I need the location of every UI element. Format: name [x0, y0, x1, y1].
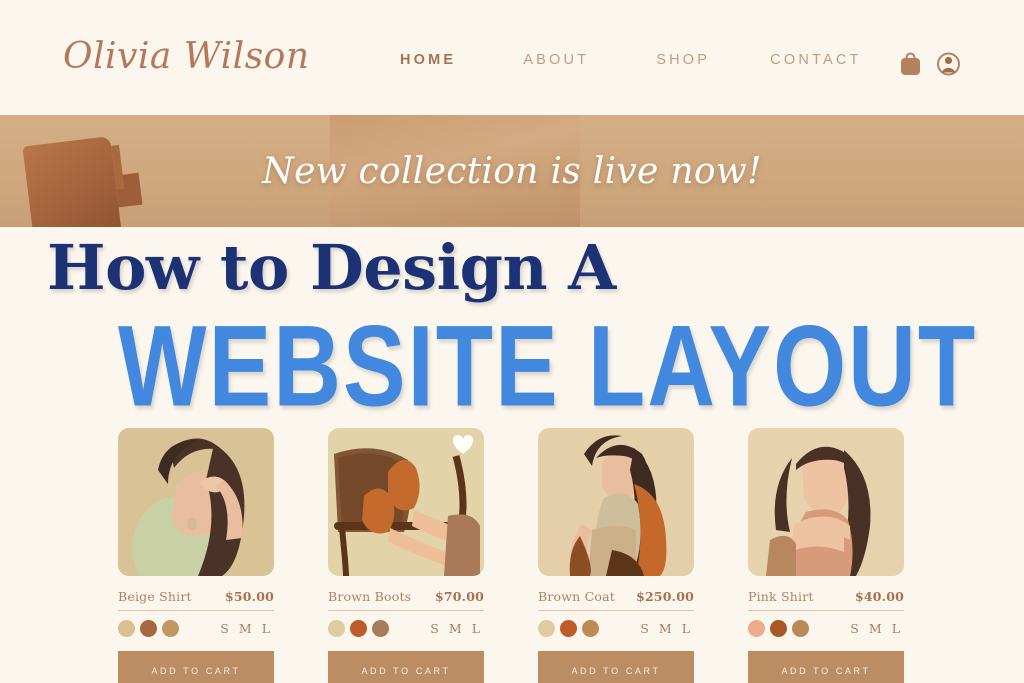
- product-price: $250.00: [636, 589, 694, 604]
- favorite-heart-icon[interactable]: [452, 434, 474, 455]
- add-to-cart-button[interactable]: ADD TO CART: [538, 651, 694, 683]
- color-swatch[interactable]: [538, 620, 555, 637]
- product-price: $50.00: [224, 589, 274, 604]
- card-divider: [328, 610, 484, 611]
- headline-line-2: WEBSITE LAYOUT: [118, 302, 978, 431]
- size-selector: S M L: [220, 621, 274, 636]
- product-card[interactable]: Brown Boots $70.00 S M L ADD TO CART: [328, 428, 484, 683]
- add-to-cart-button[interactable]: ADD TO CART: [748, 651, 904, 683]
- add-to-cart-button[interactable]: ADD TO CART: [328, 651, 484, 683]
- product-card[interactable]: Brown Coat $250.00 S M L ADD TO CART: [538, 428, 694, 683]
- brand-logo[interactable]: Olivia Wilson: [63, 36, 310, 77]
- page-headline: How to Design A WEBSITE LAYOUT: [0, 227, 1024, 425]
- size-option-m[interactable]: M: [449, 621, 462, 636]
- size-option-l[interactable]: L: [472, 621, 480, 636]
- product-grid: Beige Shirt $50.00 S M L ADD TO CART Bro…: [118, 428, 1024, 683]
- product-price: $40.00: [854, 589, 904, 604]
- color-swatch-group: [328, 620, 389, 637]
- color-swatch[interactable]: [118, 620, 135, 637]
- product-title: Beige Shirt: [118, 589, 192, 604]
- shopping-bag-icon[interactable]: [898, 50, 923, 77]
- card-divider: [118, 610, 274, 611]
- main-navigation: HOME ABOUT SHOP CONTACT: [400, 52, 862, 68]
- add-to-cart-button[interactable]: ADD TO CART: [118, 651, 274, 683]
- color-swatch[interactable]: [328, 620, 345, 637]
- product-meta: Pink Shirt $40.00: [748, 589, 904, 604]
- product-card[interactable]: Pink Shirt $40.00 S M L ADD TO CART: [748, 428, 904, 683]
- size-selector: S M L: [640, 621, 694, 636]
- color-swatch[interactable]: [372, 620, 389, 637]
- size-option-m[interactable]: M: [869, 621, 882, 636]
- product-image[interactable]: [748, 428, 904, 576]
- nav-item-shop[interactable]: SHOP: [656, 52, 710, 68]
- size-option-s[interactable]: S: [850, 621, 859, 636]
- color-swatch[interactable]: [560, 620, 577, 637]
- size-option-m[interactable]: M: [659, 621, 672, 636]
- banner-headline: New collection is live now!: [262, 150, 762, 192]
- size-option-l[interactable]: L: [892, 621, 900, 636]
- color-swatch[interactable]: [748, 620, 765, 637]
- site-header: Olivia Wilson HOME ABOUT SHOP CONTACT: [0, 0, 1024, 112]
- product-options: S M L: [118, 620, 274, 637]
- card-divider: [538, 610, 694, 611]
- product-title: Brown Coat: [538, 589, 615, 604]
- product-image[interactable]: [118, 428, 274, 576]
- size-option-l[interactable]: L: [262, 621, 270, 636]
- user-account-icon[interactable]: [936, 50, 961, 77]
- product-options: S M L: [328, 620, 484, 637]
- product-meta: Brown Coat $250.00: [538, 589, 694, 604]
- size-selector: S M L: [850, 621, 904, 636]
- size-option-m[interactable]: M: [239, 621, 252, 636]
- card-divider: [748, 610, 904, 611]
- color-swatch[interactable]: [582, 620, 599, 637]
- promo-banner: New collection is live now!: [0, 115, 1024, 227]
- nav-item-contact[interactable]: CONTACT: [770, 52, 861, 68]
- product-card[interactable]: Beige Shirt $50.00 S M L ADD TO CART: [118, 428, 274, 683]
- color-swatch-group: [748, 620, 809, 637]
- color-swatch[interactable]: [770, 620, 787, 637]
- nav-item-home[interactable]: HOME: [400, 52, 456, 68]
- product-image[interactable]: [328, 428, 484, 576]
- product-options: S M L: [538, 620, 694, 637]
- color-swatch[interactable]: [792, 620, 809, 637]
- product-title: Brown Boots: [328, 589, 412, 604]
- color-swatch-group: [118, 620, 179, 637]
- product-title: Pink Shirt: [748, 589, 814, 604]
- color-swatch[interactable]: [162, 620, 179, 637]
- product-price: $70.00: [434, 589, 484, 604]
- color-swatch[interactable]: [140, 620, 157, 637]
- nav-item-about[interactable]: ABOUT: [523, 52, 589, 68]
- size-option-l[interactable]: L: [682, 621, 690, 636]
- size-option-s[interactable]: S: [430, 621, 439, 636]
- size-selector: S M L: [430, 621, 484, 636]
- product-meta: Beige Shirt $50.00: [118, 589, 274, 604]
- color-swatch[interactable]: [350, 620, 367, 637]
- header-icon-group: [898, 50, 961, 77]
- product-options: S M L: [748, 620, 904, 637]
- size-option-s[interactable]: S: [640, 621, 649, 636]
- size-option-s[interactable]: S: [220, 621, 229, 636]
- headline-line-1: How to Design A: [47, 231, 616, 304]
- color-swatch-group: [538, 620, 599, 637]
- product-meta: Brown Boots $70.00: [328, 589, 484, 604]
- product-image[interactable]: [538, 428, 694, 576]
